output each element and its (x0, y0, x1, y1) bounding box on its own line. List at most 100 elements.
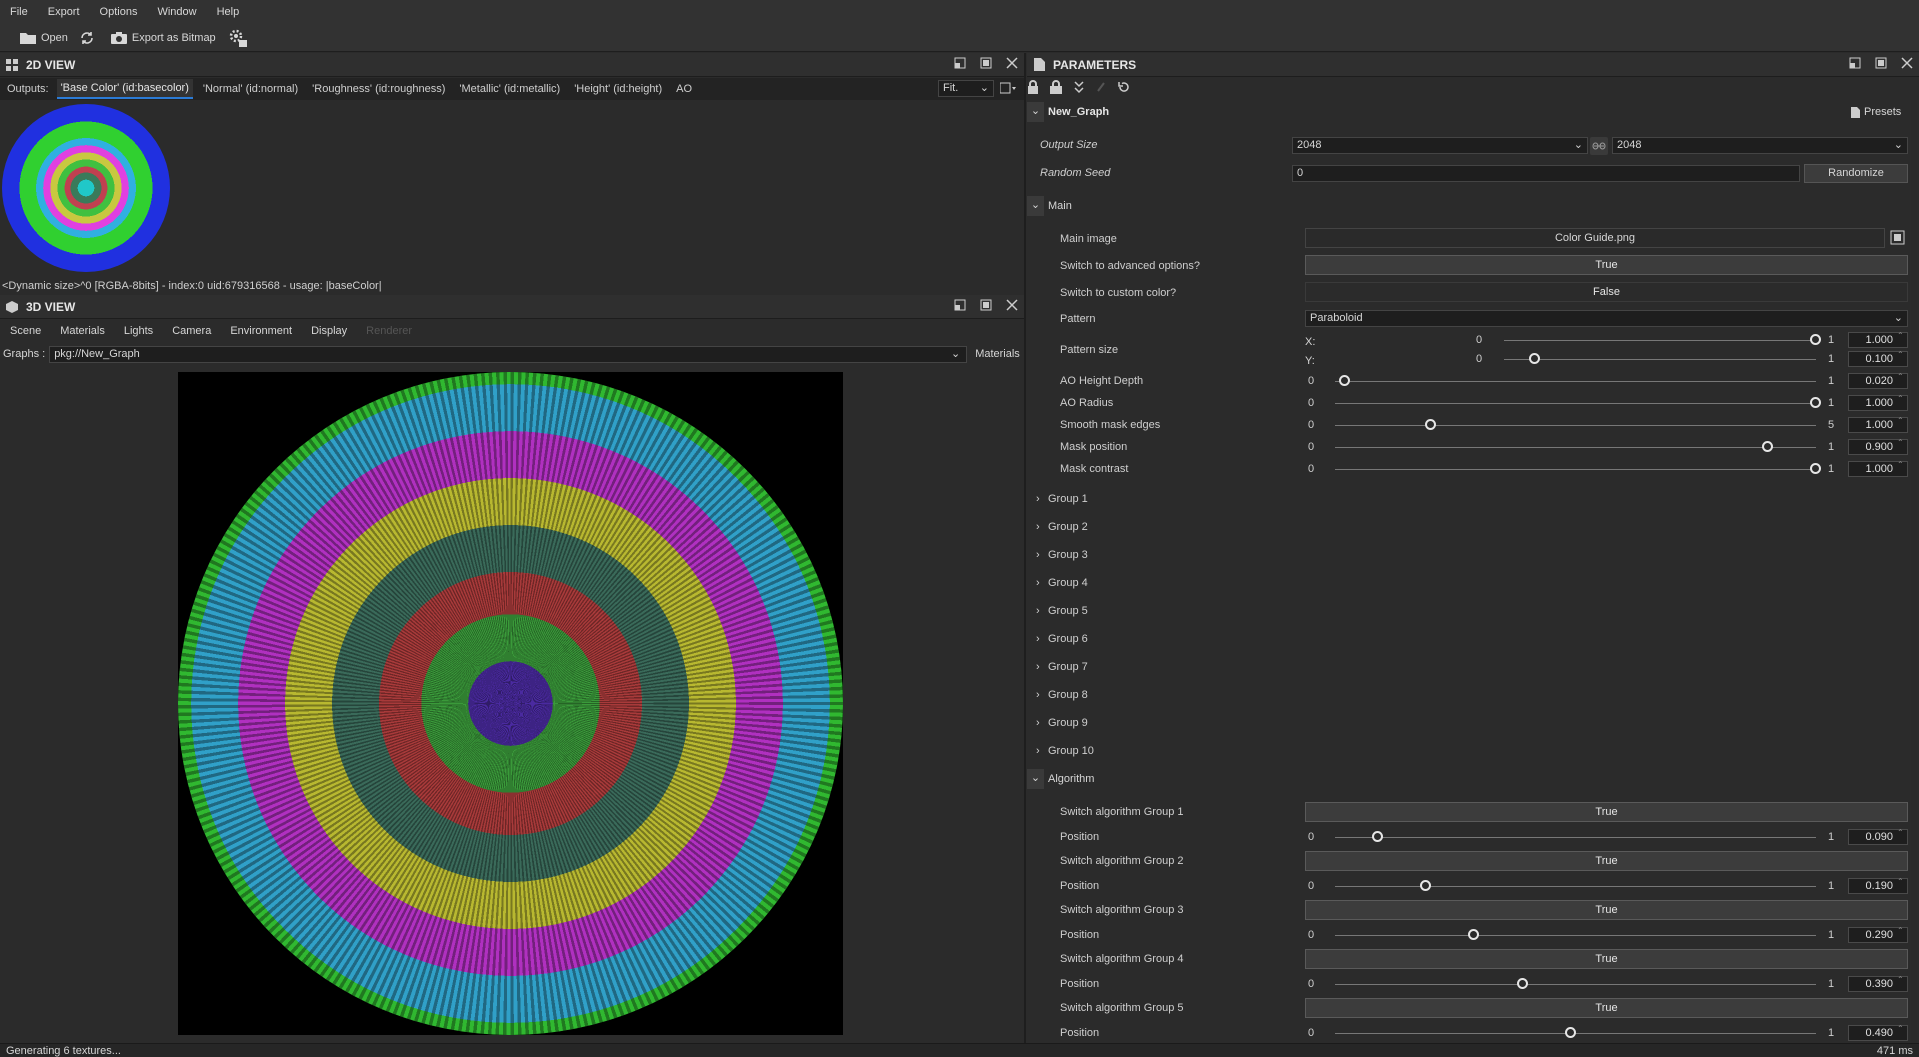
image-picker-icon[interactable] (1890, 230, 1905, 248)
menu-lights[interactable]: Lights (124, 325, 153, 337)
switch-algorithm-toggle[interactable]: True (1305, 851, 1908, 871)
collapse-icon[interactable] (1073, 80, 1085, 97)
group-header[interactable]: › Group 6 (1036, 633, 1088, 645)
randomize-button[interactable]: Randomize (1804, 164, 1908, 183)
tab-normal[interactable]: 'Normal' (id:normal) (203, 83, 298, 95)
menu-options[interactable]: Options (90, 0, 148, 24)
algorithm-collapse-chevron[interactable]: ⌄ (1027, 769, 1044, 789)
settings-button[interactable] (228, 28, 253, 48)
position-3-track[interactable] (1335, 984, 1816, 985)
group-header[interactable]: › Group 3 (1036, 549, 1088, 561)
menu-camera[interactable]: Camera (172, 325, 211, 337)
lock-icon[interactable] (1027, 80, 1039, 97)
float-icon[interactable] (1849, 57, 1861, 69)
slider-2-track[interactable] (1335, 425, 1816, 426)
tab-metallic[interactable]: 'Metallic' (id:metallic) (459, 83, 560, 95)
menu-display[interactable]: Display (311, 325, 347, 337)
group-header[interactable]: › Group 7 (1036, 661, 1088, 673)
slider-4-spin-icon[interactable]: ⌃ (1897, 461, 1904, 469)
menu-environment[interactable]: Environment (230, 325, 292, 337)
menu-window[interactable]: Window (147, 0, 206, 24)
zoom-select[interactable]: Fit. ⌄ (938, 80, 994, 97)
slider-0-track[interactable] (1335, 381, 1816, 382)
group-header[interactable]: › Group 1 (1036, 493, 1088, 505)
output-size-y-select[interactable]: 2048 ⌄ (1612, 137, 1908, 154)
slider-3-spin-icon[interactable]: ⌃ (1897, 439, 1904, 447)
pattern-size-y-spin-icon[interactable]: ⌃ (1897, 351, 1904, 359)
slider-2-spin-icon[interactable]: ⌃ (1897, 417, 1904, 425)
pattern-size-x-knob[interactable] (1810, 334, 1821, 345)
float-icon[interactable] (954, 299, 966, 311)
slider-3-knob[interactable] (1761, 441, 1773, 452)
slider-1-track[interactable] (1335, 403, 1816, 404)
slider-1-knob[interactable] (1810, 397, 1821, 408)
channels-icon[interactable] (999, 82, 1016, 97)
position-2-spin-icon[interactable]: ⌃ (1897, 927, 1904, 935)
pattern-size-x-track[interactable] (1504, 340, 1816, 341)
position-3-spin-icon[interactable]: ⌃ (1897, 976, 1904, 984)
slider-2-knob[interactable] (1425, 419, 1437, 430)
output-size-x-select[interactable]: 2048 ⌄ (1292, 137, 1588, 154)
group-header[interactable]: › Group 5 (1036, 605, 1088, 617)
close-icon[interactable] (1901, 57, 1913, 69)
presets-button[interactable]: Presets (1851, 106, 1901, 118)
params-scrollbar[interactable] (1911, 100, 1917, 1043)
position-3-knob[interactable] (1516, 978, 1528, 989)
switch-algorithm-toggle[interactable]: True (1305, 802, 1908, 822)
main-collapse-chevron[interactable]: ⌄ (1027, 196, 1044, 216)
menu-file[interactable]: File (0, 0, 38, 24)
tab-roughness[interactable]: 'Roughness' (id:roughness) (312, 83, 445, 95)
group-header[interactable]: › Group 9 (1036, 717, 1088, 729)
position-4-knob[interactable] (1564, 1027, 1576, 1038)
maximize-icon[interactable] (1875, 57, 1887, 69)
slider-3-track[interactable] (1335, 447, 1816, 448)
position-0-track[interactable] (1335, 837, 1816, 838)
open-button[interactable]: Open (20, 31, 68, 44)
tab-height[interactable]: 'Height' (id:height) (574, 83, 662, 95)
graph-collapse-chevron[interactable]: ⌄ (1027, 102, 1044, 122)
menu-scene[interactable]: Scene (10, 325, 41, 337)
slider-4-track[interactable] (1335, 469, 1816, 470)
tab-basecolor[interactable]: 'Base Color' (id:basecolor) (56, 79, 193, 99)
maximize-icon[interactable] (980, 57, 992, 69)
position-2-track[interactable] (1335, 935, 1816, 936)
switch-algorithm-toggle[interactable]: True (1305, 900, 1908, 920)
panel-splitter[interactable] (1024, 53, 1026, 1043)
close-icon[interactable] (1006, 57, 1018, 69)
group-header[interactable]: › Group 2 (1036, 521, 1088, 533)
group-header[interactable]: › Group 4 (1036, 577, 1088, 589)
maximize-icon[interactable] (980, 299, 992, 311)
reset-icon[interactable] (1117, 80, 1131, 97)
pattern-size-y-knob[interactable] (1529, 353, 1541, 364)
export-bitmap-button[interactable]: Export as Bitmap (110, 31, 216, 44)
group-header[interactable]: › Group 8 (1036, 689, 1088, 701)
position-1-track[interactable] (1335, 886, 1816, 887)
position-1-knob[interactable] (1420, 880, 1432, 891)
position-2-knob[interactable] (1468, 929, 1480, 940)
pattern-size-x-spin-icon[interactable]: ⌃ (1897, 332, 1904, 340)
3d-viewport[interactable] (178, 372, 843, 1035)
custom-color-toggle[interactable]: False (1305, 282, 1908, 302)
switch-algorithm-toggle[interactable]: True (1305, 998, 1908, 1018)
switch-algorithm-toggle[interactable]: True (1305, 949, 1908, 969)
graph-select[interactable]: pkg://New_Graph ⌄ (49, 345, 968, 363)
menu-export[interactable]: Export (38, 0, 90, 24)
main-image-field[interactable]: Color Guide.png (1305, 228, 1885, 248)
close-icon[interactable] (1006, 299, 1018, 311)
menu-materials[interactable]: Materials (60, 325, 105, 337)
lock-all-icon[interactable] (1049, 80, 1063, 97)
advanced-options-toggle[interactable]: True (1305, 255, 1908, 275)
float-icon[interactable] (954, 57, 966, 69)
pattern-select[interactable]: Paraboloid ⌄ (1305, 310, 1908, 327)
tab-ao[interactable]: AO (676, 83, 692, 95)
menu-help[interactable]: Help (207, 0, 250, 24)
materials-button[interactable]: Materials (975, 348, 1020, 360)
position-4-spin-icon[interactable]: ⌃ (1897, 1025, 1904, 1033)
group-header[interactable]: › Group 10 (1036, 745, 1094, 757)
position-0-spin-icon[interactable]: ⌃ (1897, 829, 1904, 837)
slider-4-knob[interactable] (1810, 463, 1821, 474)
link-icon[interactable] (1590, 137, 1608, 155)
position-0-knob[interactable] (1372, 831, 1384, 842)
position-1-spin-icon[interactable]: ⌃ (1897, 878, 1904, 886)
random-seed-input[interactable]: 0 (1292, 165, 1800, 182)
